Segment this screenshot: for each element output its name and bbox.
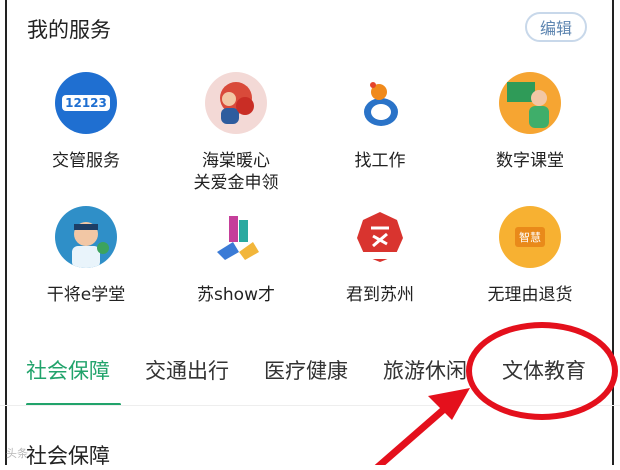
watermark: 头条 <box>6 447 28 460</box>
pointer-arrow-annotation <box>374 388 470 465</box>
service-panel: 我的服务 编辑 12123 交管服务 海棠暖心 关爱金申领 找工作 数字课堂 干… <box>0 0 620 468</box>
